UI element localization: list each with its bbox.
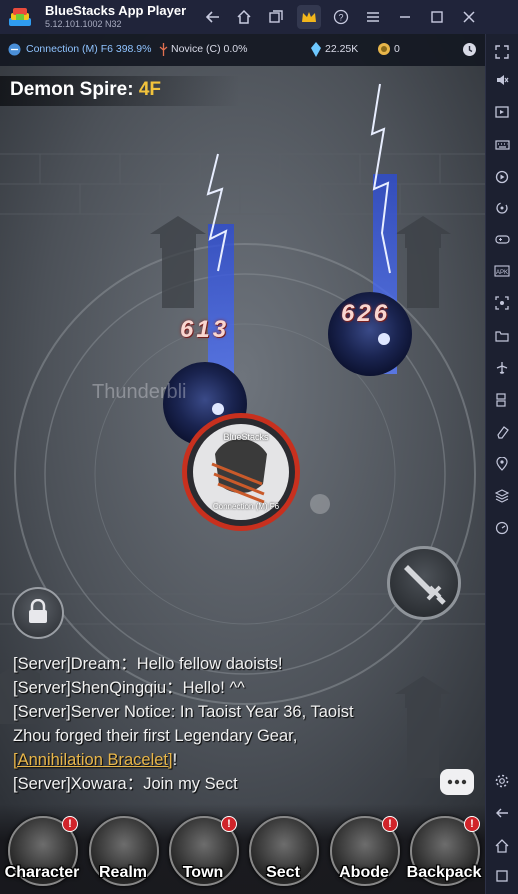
chat-message: [Annihilation Bracelet]! (13, 748, 403, 772)
damage-number: 613 (180, 316, 230, 343)
menu-icon[interactable] (361, 5, 385, 29)
coin-amount: 0 (394, 43, 400, 55)
novice-status: Novice (C) 0.0% (171, 43, 248, 55)
notification-badge: ! (62, 816, 78, 832)
settings-icon[interactable] (490, 769, 514, 793)
player-tag: Connection (M) F6 (212, 502, 280, 511)
notification-badge: ! (382, 816, 398, 832)
multi-window-icon[interactable] (264, 5, 288, 29)
right-sidebar: APK (485, 34, 518, 894)
location-icon[interactable] (490, 452, 514, 476)
spirit-stone-icon (311, 42, 321, 57)
player-name: BlueStacks (223, 432, 269, 442)
lock-icon (29, 599, 47, 623)
title-bar: BlueStacks App Player 5.12.101.1002 N32 … (0, 0, 518, 34)
minimize-icon[interactable] (393, 5, 417, 29)
nav-label: Backpack (406, 864, 482, 881)
nav-label: Sect (266, 864, 300, 881)
recents-icon[interactable] (490, 864, 514, 888)
multi-instance-icon[interactable] (490, 388, 514, 412)
layers-icon[interactable] (490, 484, 514, 508)
gamepad-icon[interactable] (490, 227, 514, 251)
fullscreen-icon[interactable] (490, 40, 514, 64)
app-title: BlueStacks App Player (45, 3, 187, 18)
connection-status: Connection (M) F6 398.9% (26, 43, 152, 55)
chat-message: [Server]Dream：Hello fellow daoists! (13, 655, 283, 673)
notification-badge: ! (464, 816, 480, 832)
damage-number: 626 (341, 300, 391, 327)
apk-icon[interactable]: APK (490, 259, 514, 283)
stage-title: Demon Spire: 4F (10, 79, 161, 101)
timer-icon[interactable] (490, 516, 514, 540)
chat-message: [Server]Xowara：Join my Sect (13, 775, 238, 793)
currency-amount: 22.25K (325, 43, 359, 55)
nav-label: Town (182, 864, 224, 881)
home-icon[interactable] (232, 5, 256, 29)
svg-text:APK: APK (496, 270, 508, 276)
bottom-nav: ! Character Realm ! Town Sect ! Abode ! … (0, 804, 485, 894)
record-icon[interactable] (490, 165, 514, 189)
nav-sect[interactable]: Sect (243, 814, 323, 894)
android-home-icon[interactable] (490, 834, 514, 858)
chat-log[interactable]: [Server]Dream：Hello fellow daoists! [Ser… (13, 652, 403, 796)
crown-icon[interactable] (297, 5, 321, 29)
skill-name-text: Thunderbli (92, 381, 187, 403)
nav-label: Character (4, 864, 80, 881)
folder-icon[interactable] (490, 324, 514, 348)
nav-abode[interactable]: ! Abode (324, 814, 404, 894)
stage-floor: 4F (138, 79, 161, 100)
back-arrow-icon[interactable] (201, 5, 225, 29)
close-icon[interactable] (457, 5, 481, 29)
svg-text:?: ? (338, 13, 343, 23)
chat-text: ! (172, 751, 178, 769)
back-icon[interactable] (490, 801, 514, 825)
maximize-icon[interactable] (425, 5, 449, 29)
nav-realm[interactable]: Realm (83, 814, 163, 894)
airplane-icon[interactable] (490, 356, 514, 380)
connection-icon (8, 43, 21, 56)
chat-message: [Server]ShenQingqiu：Hello! ^^ (13, 679, 245, 697)
app-version: 5.12.101.1002 N32 (45, 19, 122, 29)
volume-icon[interactable] (490, 68, 514, 92)
chat-message: [Server]Server Notice: In Taoist Year 36… (13, 703, 354, 721)
help-icon[interactable]: ? (329, 5, 353, 29)
coin-icon (378, 43, 390, 55)
media-icon[interactable] (490, 100, 514, 124)
nav-town[interactable]: ! Town (163, 814, 243, 894)
item-link[interactable]: [Annihilation Bracelet] (13, 751, 173, 769)
screenshot-icon[interactable] (490, 291, 514, 315)
sword-icon (404, 565, 446, 605)
chat-message: Zhou forged their first Legendary Gear, (13, 727, 298, 745)
rotate-icon[interactable] (490, 196, 514, 220)
nav-label: Abode (339, 864, 389, 881)
game-viewport[interactable]: Connection (M) F6 398.9% Novice (C) 0.0%… (0, 34, 485, 894)
notification-badge: ! (221, 816, 237, 832)
status-bar: Connection (M) F6 398.9% Novice (C) 0.0%… (0, 34, 485, 66)
clock-icon[interactable] (462, 42, 477, 57)
chat-bubble-icon (447, 779, 467, 785)
eraser-icon[interactable] (490, 420, 514, 444)
attack-skill-button[interactable] (387, 546, 461, 620)
nav-label: Realm (98, 864, 148, 881)
nav-backpack[interactable]: ! Backpack (404, 814, 484, 894)
novice-icon (159, 43, 168, 56)
chat-button[interactable] (440, 769, 474, 795)
keyboard-icon[interactable] (490, 133, 514, 157)
nav-character[interactable]: ! Character (2, 814, 82, 894)
stage-label: Demon Spire: (10, 79, 134, 100)
bluestacks-logo-icon (8, 6, 32, 28)
lock-button[interactable] (12, 587, 64, 639)
